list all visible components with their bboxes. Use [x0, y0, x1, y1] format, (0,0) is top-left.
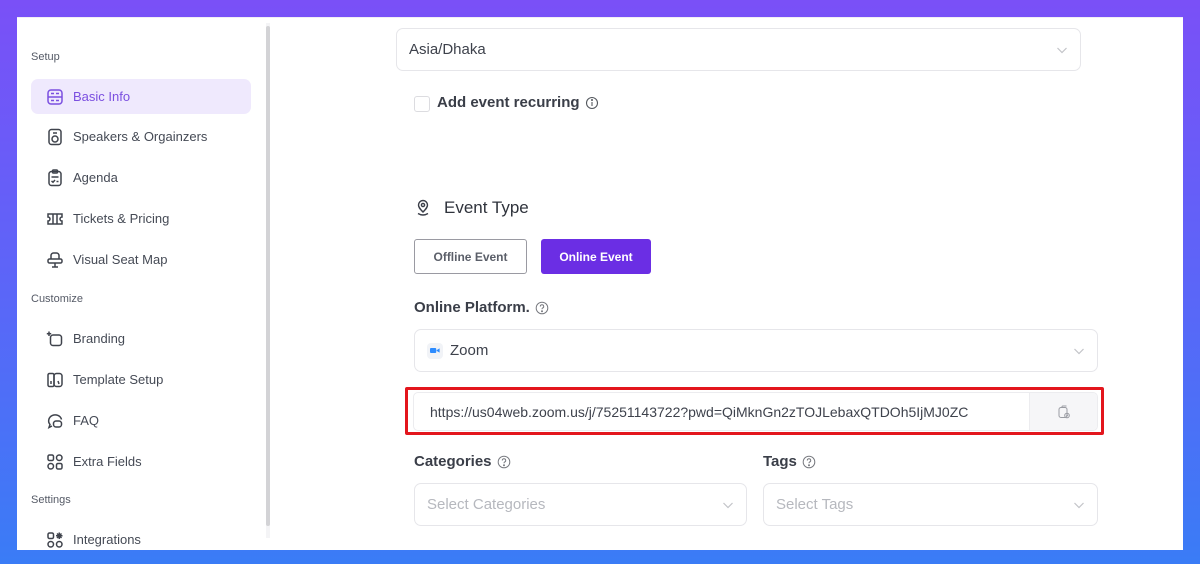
- categories-label: Categories: [414, 453, 492, 470]
- sidebar-item-speakers[interactable]: Speakers & Orgainzers: [31, 119, 251, 154]
- sidebar-item-seat-map[interactable]: Visual Seat Map: [31, 242, 251, 277]
- sidebar-item-faq[interactable]: FAQ: [31, 403, 251, 438]
- online-platform-label: Online Platform.: [414, 299, 530, 316]
- sidebar-item-branding[interactable]: Branding: [31, 321, 251, 356]
- help-icon[interactable]: [535, 301, 549, 315]
- info-icon[interactable]: [585, 96, 599, 110]
- sidebar: Setup Basic Info Speakers & Orgainzers A…: [17, 18, 270, 550]
- timezone-select[interactable]: Asia/Dhaka: [396, 28, 1081, 71]
- copy-icon: [1058, 405, 1070, 418]
- zoom-logo-icon: [427, 342, 443, 359]
- online-platform-label-row: Online Platform.: [414, 299, 549, 316]
- online-platform-select[interactable]: Zoom: [414, 329, 1098, 372]
- sidebar-item-label: Template Setup: [73, 372, 164, 387]
- recurring-checkbox[interactable]: [414, 96, 430, 112]
- sidebar-item-agenda[interactable]: Agenda: [31, 160, 251, 195]
- sidebar-item-template-setup[interactable]: Template Setup: [31, 362, 251, 397]
- speaker-icon: [46, 128, 64, 146]
- chevron-down-icon: [723, 502, 733, 508]
- basic-info-icon: [46, 88, 64, 106]
- template-icon: [46, 371, 64, 389]
- extra-fields-icon: [46, 453, 64, 471]
- event-type-title: Event Type: [444, 198, 529, 217]
- sidebar-item-label: Basic Info: [73, 89, 131, 104]
- sidebar-item-integrations[interactable]: Integrations: [31, 522, 251, 550]
- chevron-down-icon: [1074, 502, 1084, 508]
- sidebar-section-setup: Setup: [31, 51, 60, 63]
- integrations-icon: [46, 531, 64, 549]
- ticket-icon: [46, 210, 64, 228]
- chevron-down-icon: [1074, 348, 1084, 354]
- event-editor-panel: Setup Basic Info Speakers & Orgainzers A…: [17, 17, 1183, 550]
- tags-select[interactable]: Select Tags: [763, 483, 1098, 526]
- sidebar-item-tickets[interactable]: Tickets & Pricing: [31, 201, 251, 236]
- tags-label: Tags: [763, 453, 797, 470]
- tags-label-row: Tags: [763, 453, 816, 470]
- copy-url-button[interactable]: [1029, 393, 1097, 430]
- event-type-heading: Event Type: [414, 198, 529, 218]
- tags-placeholder: Select Tags: [776, 496, 854, 513]
- chevron-down-icon: [1057, 47, 1067, 53]
- main-content: Asia/Dhaka Add event recurring Event Typ…: [269, 18, 1183, 550]
- sidebar-item-label: Tickets & Pricing: [73, 211, 170, 226]
- sidebar-item-extra-fields[interactable]: Extra Fields: [31, 444, 251, 479]
- categories-select[interactable]: Select Categories: [414, 483, 747, 526]
- seat-icon: [46, 251, 64, 269]
- sidebar-section-customize: Customize: [31, 293, 83, 305]
- sidebar-item-basic-info[interactable]: Basic Info: [31, 79, 251, 114]
- online-platform-value: Zoom: [450, 342, 489, 359]
- location-pin-icon: [417, 199, 429, 216]
- sidebar-item-label: Extra Fields: [73, 454, 142, 469]
- help-icon[interactable]: [802, 455, 816, 469]
- sidebar-item-label: FAQ: [73, 413, 100, 428]
- sidebar-item-label: Integrations: [73, 532, 141, 547]
- agenda-icon: [46, 168, 64, 187]
- meeting-url-value[interactable]: https://us04web.zoom.us/j/75251143722?pw…: [414, 404, 1029, 420]
- meeting-url-input[interactable]: https://us04web.zoom.us/j/75251143722?pw…: [413, 392, 1098, 431]
- sidebar-item-label: Visual Seat Map: [73, 252, 168, 267]
- categories-placeholder: Select Categories: [427, 496, 546, 513]
- categories-label-row: Categories: [414, 453, 511, 470]
- online-event-button[interactable]: Online Event: [541, 239, 651, 274]
- sidebar-item-label: Speakers & Orgainzers: [73, 129, 208, 144]
- help-icon[interactable]: [497, 455, 511, 469]
- offline-event-button[interactable]: Offline Event: [414, 239, 527, 274]
- timezone-value: Asia/Dhaka: [409, 41, 486, 58]
- sidebar-item-label: Agenda: [73, 170, 118, 185]
- recurring-label-row: Add event recurring: [437, 94, 599, 111]
- branding-icon: [46, 330, 64, 348]
- sidebar-section-settings: Settings: [31, 494, 71, 506]
- faq-icon: [46, 412, 64, 430]
- recurring-label: Add event recurring: [437, 94, 580, 111]
- sidebar-item-label: Branding: [73, 331, 126, 346]
